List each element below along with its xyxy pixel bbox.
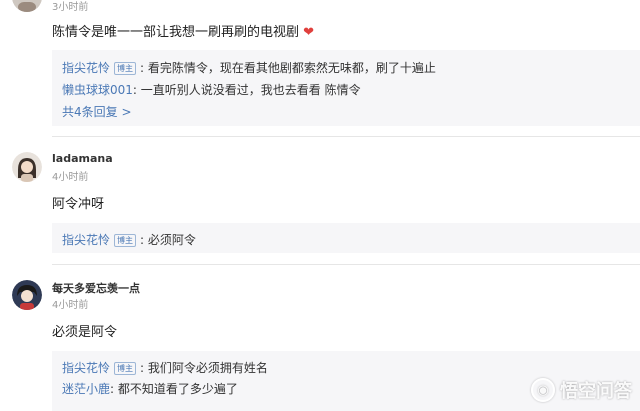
reply-text: : 一直听别人说没看过，我也去看看 陈情令 [132, 83, 361, 97]
reply-text: : 我们阿令必须拥有姓名 [140, 361, 268, 375]
watermark: ◉ 悟空问答 [531, 377, 632, 403]
reply-author[interactable]: 懒虫球球001 [62, 83, 133, 97]
comments-page: 3小时前 陈情令是唯一一部让我想一刷再刷的电视剧 ❤ 指尖花怜 博主: 看完陈情令… [0, 0, 640, 411]
reply-item[interactable]: 指尖花怜 博主: 看完陈情令，现在看其他剧都索然无味都，刷了十遍止 [62, 59, 436, 76]
comment-text: 必须是阿令 [52, 325, 118, 340]
wukong-logo-icon: ◉ [531, 378, 555, 402]
username[interactable]: 每天多爱忘羡一点 [52, 280, 140, 296]
reply-text: : 都不知道看了多少遍了 [110, 382, 238, 396]
heart-icon: ❤ [303, 25, 315, 40]
comment-1: 3小时前 陈情令是唯一一部让我想一刷再刷的电视剧 ❤ 指尖花怜 博主: 看完陈情令… [0, 0, 640, 138]
author-badge: 博主 [114, 362, 137, 375]
comment-text: 陈情令是唯一一部让我想一刷再刷的电视剧 ❤ [52, 21, 314, 40]
avatar[interactable] [12, 0, 42, 12]
author-badge: 博主 [114, 234, 137, 247]
reply-item[interactable]: 懒虫球球001: 一直听别人说没看过，我也去看看 陈情令 [62, 81, 361, 98]
reply-author[interactable]: 指尖花怜 [62, 361, 110, 375]
comment-time: 4小时前 [52, 300, 89, 311]
watermark-text: 悟空问答 [560, 381, 632, 402]
reply-box: 指尖花怜 博主: 必须阿令 [52, 223, 640, 253]
reply-item[interactable]: 指尖花怜 博主: 必须阿令 [62, 231, 196, 248]
view-all-replies-link[interactable]: 共4条回复 > [62, 103, 132, 120]
comment-time: 3小时前 [52, 2, 89, 13]
comment-body: 陈情令是唯一一部让我想一刷再刷的电视剧 [52, 25, 300, 40]
reply-text: : 必须阿令 [140, 233, 196, 247]
username[interactable]: ladamana [52, 152, 113, 165]
reply-item[interactable]: 指尖花怜 博主: 我们阿令必须拥有姓名 [62, 359, 268, 376]
avatar[interactable] [12, 280, 42, 310]
reply-author[interactable]: 迷茫小鹿 [62, 382, 110, 396]
reply-author[interactable]: 指尖花怜 [62, 233, 110, 247]
reply-box: 指尖花怜 博主: 看完陈情令，现在看其他剧都索然无味都，刷了十遍止 懒虫球球001… [52, 50, 640, 126]
avatar[interactable] [12, 152, 42, 182]
reply-item[interactable]: 迷茫小鹿: 都不知道看了多少遍了 [62, 380, 238, 397]
author-badge: 博主 [114, 62, 137, 75]
comment-text: 阿令冲呀 [52, 197, 105, 212]
reply-text: : 看完陈情令，现在看其他剧都索然无味都，刷了十遍止 [140, 61, 436, 75]
comment-2: ladamana 4小时前 阿令冲呀 指尖花怜 博主: 必须阿令 [0, 137, 640, 265]
comment-time: 4小时前 [52, 172, 89, 183]
reply-author[interactable]: 指尖花怜 [62, 61, 110, 75]
